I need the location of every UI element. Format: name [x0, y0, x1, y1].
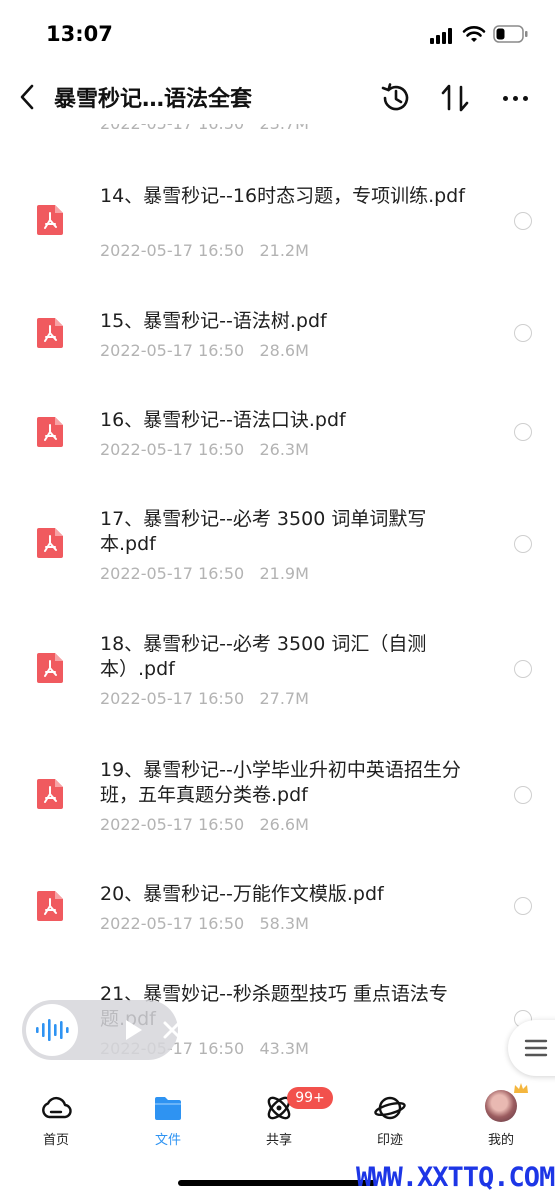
file-meta: 2022-05-17 16:50 28.6M — [100, 341, 309, 360]
crown-icon — [514, 1083, 528, 1093]
file-meta: 2022-05-17 16:50 26.3M — [100, 440, 309, 459]
file-meta: 2022-05-17 16:50 26.6M — [100, 815, 309, 834]
cloud-icon — [42, 1096, 72, 1119]
file-meta: 2022-05-17 16:50 21.9M — [100, 564, 309, 583]
tab-label: 文件 — [154, 1133, 181, 1148]
file-name: 17、暴雪秒记--必考 3500 词单词默写本.pdf — [100, 508, 427, 555]
file-meta: 2022-05-17 16:50 58.3M — [100, 914, 309, 933]
pdf-file-icon — [37, 653, 63, 683]
file-meta: 2022-05-17 16:50 21.2M — [100, 241, 309, 260]
tab-label: 首页 — [42, 1133, 69, 1148]
planet-icon — [374, 1096, 406, 1120]
play-icon[interactable] — [120, 1017, 146, 1043]
history-icon[interactable] — [378, 80, 414, 116]
more-options-icon[interactable] — [497, 80, 533, 116]
file-name: 15、暴雪秒记--语法树.pdf — [100, 310, 327, 332]
pdf-file-icon — [37, 417, 63, 447]
home-indicator — [178, 1180, 376, 1186]
list-item[interactable]: 18、暴雪秒记--必考 3500 词汇（自测本）.pdf 2022-05-17 … — [0, 632, 555, 732]
battery-icon — [493, 25, 528, 43]
pdf-file-icon — [37, 891, 63, 921]
wifi-icon — [462, 26, 486, 42]
floating-audio-player[interactable] — [22, 1000, 181, 1060]
watermark: WWW.XXTTQ.COM — [356, 1162, 555, 1193]
tab-label: 印迹 — [376, 1133, 403, 1148]
file-name: 20、暴雪秒记--万能作文模版.pdf — [100, 883, 384, 905]
folder-icon — [155, 1097, 181, 1120]
list-item[interactable]: 17、暴雪秒记--必考 3500 词单词默写本.pdf 2022-05-17 1… — [0, 507, 555, 607]
select-checkbox[interactable] — [514, 897, 532, 915]
audio-wave-icon[interactable] — [26, 1004, 78, 1056]
back-arrow-icon — [20, 84, 34, 110]
select-checkbox[interactable] — [514, 660, 532, 678]
list-item[interactable]: 14、暴雪秒记--16时态习题，专项训练.pdf 2022-05-17 16:5… — [0, 184, 555, 284]
partial-row-meta: 2022-05-17 16:50 23.7M — [100, 124, 309, 133]
pdf-file-icon — [37, 318, 63, 348]
select-checkbox[interactable] — [514, 423, 532, 441]
notification-badge: 99+ — [287, 1087, 333, 1109]
tab-profile[interactable]: 我的 — [461, 1090, 541, 1152]
list-item[interactable]: 19、暴雪秒记--小学毕业升初中英语招生分班，五年真题分类卷.pdf 2022-… — [0, 758, 555, 858]
cellular-signal-icon — [430, 28, 456, 44]
file-name: 14、暴雪秒记--16时态习题，专项训练.pdf — [100, 185, 465, 207]
file-name: 19、暴雪秒记--小学毕业升初中英语招生分班，五年真题分类卷.pdf — [100, 759, 461, 806]
select-checkbox[interactable] — [514, 786, 532, 804]
sort-icon[interactable] — [437, 80, 473, 116]
status-bar: 13:07 — [0, 0, 555, 70]
page-title: 暴雪秒记…语法全套 — [54, 87, 253, 112]
list-item[interactable]: 20、暴雪秒记--万能作文模版.pdf 2022-05-17 16:50 58.… — [0, 882, 555, 952]
file-name: 16、暴雪秒记--语法口诀.pdf — [100, 409, 346, 431]
header: 暴雪秒记…语法全套 — [0, 70, 555, 124]
file-list: 2022-05-17 16:50 23.7M 14、暴雪秒记--16时态习题，专… — [0, 124, 555, 1074]
back-button[interactable] — [10, 78, 44, 116]
close-icon[interactable] — [160, 1018, 184, 1042]
file-name: 18、暴雪秒记--必考 3500 词汇（自测本）.pdf — [100, 633, 427, 680]
file-meta: 2022-05-17 16:50 27.7M — [100, 689, 309, 708]
pdf-file-icon — [37, 779, 63, 809]
tab-label: 我的 — [487, 1133, 514, 1148]
select-checkbox[interactable] — [514, 324, 532, 342]
pdf-file-icon — [37, 205, 63, 235]
tab-home[interactable]: 首页 — [16, 1092, 96, 1152]
tab-files[interactable]: 文件 — [128, 1092, 208, 1152]
status-time: 13:07 — [46, 22, 113, 46]
select-checkbox[interactable] — [514, 212, 532, 230]
list-item[interactable]: 16、暴雪秒记--语法口诀.pdf 2022-05-17 16:50 26.3M — [0, 408, 555, 478]
menu-icon — [524, 1039, 548, 1057]
tab-footprint[interactable]: 印迹 — [350, 1092, 430, 1152]
list-item[interactable]: 15、暴雪秒记--语法树.pdf 2022-05-17 16:50 28.6M — [0, 309, 555, 379]
select-checkbox[interactable] — [514, 535, 532, 553]
avatar — [485, 1090, 517, 1122]
tab-label: 共享 — [265, 1133, 292, 1148]
pdf-file-icon — [37, 528, 63, 558]
side-menu-button[interactable] — [508, 1020, 555, 1076]
